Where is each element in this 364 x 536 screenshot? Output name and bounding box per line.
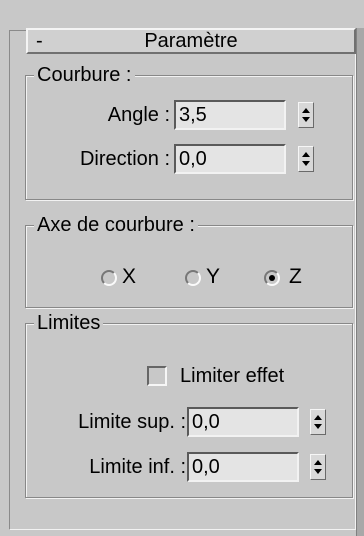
courbure-legend: Courbure : <box>34 63 135 87</box>
direction-input[interactable]: 0,0 <box>174 144 286 174</box>
axis-y-label[interactable]: Y <box>206 265 220 289</box>
lower-limit-input[interactable]: 0,0 <box>187 452 299 482</box>
limit-effect-label[interactable]: Limiter effet <box>180 364 284 388</box>
axis-y-radio[interactable] <box>185 270 201 286</box>
angle-input[interactable]: 3,5 <box>174 100 286 130</box>
axe-de-courbure-group: Axe de courbure : <box>25 213 353 308</box>
axe-legend: Axe de courbure : <box>34 213 198 237</box>
radio-selected-dot <box>269 275 275 281</box>
rollout-scrollbar[interactable] <box>356 28 364 536</box>
direction-spinner-icon[interactable] <box>298 146 314 172</box>
axis-x-label[interactable]: X <box>122 265 136 289</box>
lower-limit-spinner-icon[interactable] <box>310 454 326 480</box>
upper-limit-input[interactable]: 0,0 <box>187 407 299 437</box>
upper-limit-label: Limite sup. : <box>78 411 186 433</box>
limites-legend: Limites <box>34 311 104 335</box>
lower-limit-label: Limite inf. : <box>89 456 186 478</box>
limit-effect-checkbox[interactable] <box>147 366 167 386</box>
direction-label: Direction : <box>79 148 170 170</box>
rollout-title: Paramètre <box>144 30 238 52</box>
axis-z-label[interactable]: Z <box>289 265 302 289</box>
angle-spinner-icon[interactable] <box>298 102 314 128</box>
angle-label: Angle : <box>107 104 170 126</box>
axis-z-radio[interactable] <box>264 270 280 286</box>
axis-x-radio[interactable] <box>101 270 117 286</box>
courbure-group: Courbure : <box>25 63 353 200</box>
upper-limit-spinner-icon[interactable] <box>310 409 326 435</box>
rollout-header-parametre[interactable]: - Paramètre <box>26 28 356 54</box>
